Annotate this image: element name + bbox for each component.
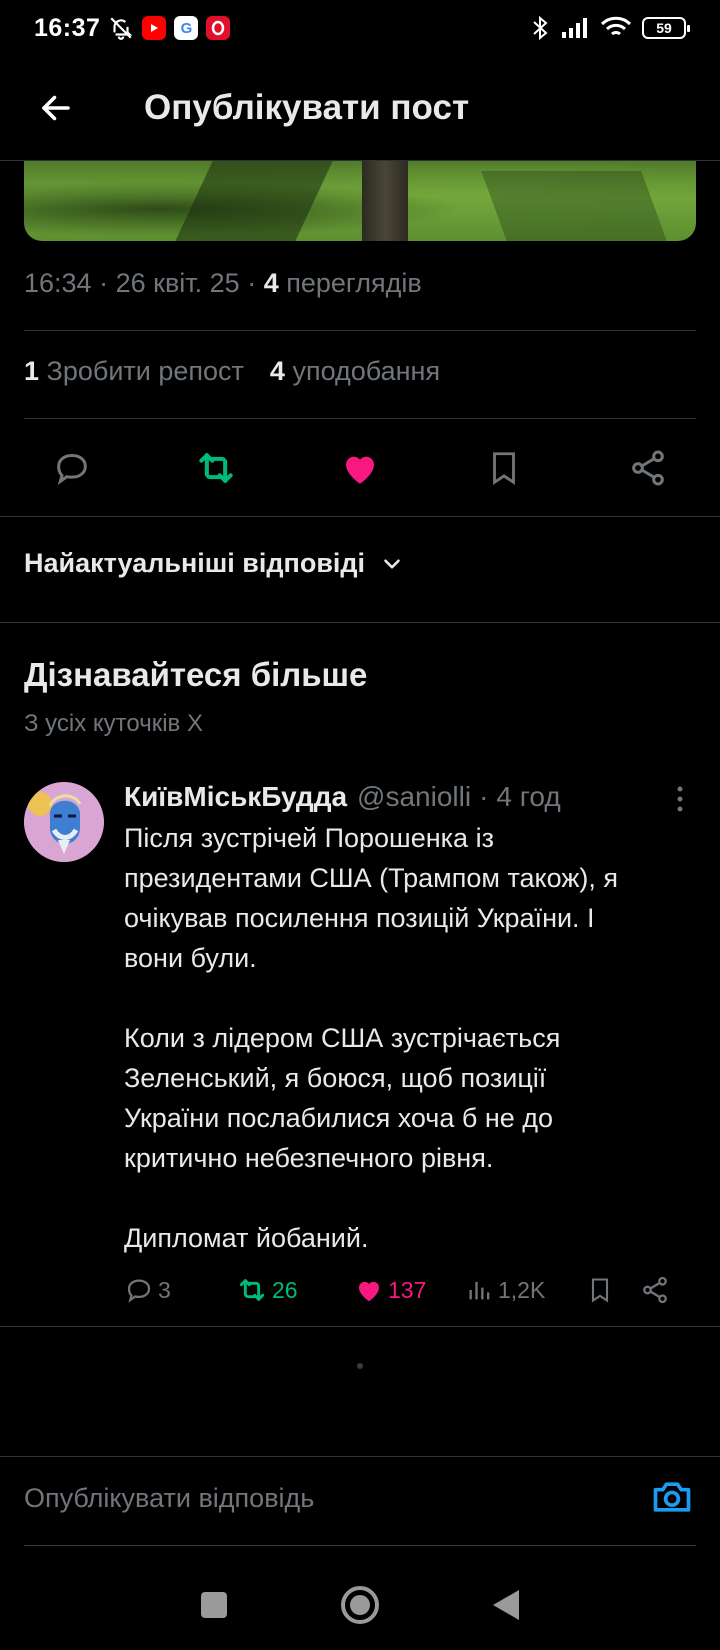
bookmark-icon	[591, 1278, 609, 1303]
status-bar: 16:37 G 59	[0, 0, 720, 56]
bluetooth-icon	[533, 15, 548, 41]
more-options-icon[interactable]	[674, 784, 686, 814]
back-nav-button[interactable]	[491, 1588, 521, 1622]
tweet-share-button[interactable]	[640, 1275, 670, 1305]
wifi-icon	[600, 16, 632, 36]
heart-icon	[359, 1281, 379, 1302]
reply-button[interactable]	[48, 444, 96, 492]
chevron-down-icon	[384, 558, 400, 569]
likes-stat[interactable]: 4 уподобання	[270, 356, 440, 387]
reply-count: 3	[158, 1276, 171, 1303]
post-actions	[24, 430, 696, 506]
likes-label: уподобання	[292, 356, 441, 386]
views-count: 4	[263, 268, 279, 298]
avatar-portrait	[24, 782, 104, 862]
avatar[interactable]	[24, 782, 104, 862]
reply-input[interactable]	[24, 1483, 624, 1514]
tweet-repost-button[interactable]: 26	[236, 1274, 354, 1306]
meta-separator: ·	[479, 781, 489, 812]
analytics-icon	[469, 1281, 490, 1300]
tweet-reply-button[interactable]: 3	[124, 1275, 236, 1305]
tweet-time: 4 год	[496, 781, 561, 812]
tweet-header: КиївМіськБудда @saniolli · 4 год	[124, 778, 684, 816]
bookmark-icon	[493, 452, 515, 485]
sort-label: Найактуальніші відповіді	[24, 548, 366, 578]
home-button[interactable]	[339, 1584, 381, 1626]
square-icon	[201, 1592, 227, 1618]
google-icon: G	[174, 16, 199, 40]
repost-icon	[239, 1279, 265, 1301]
divider	[0, 622, 720, 623]
post-meta: 16:34 · 26 квіт. 25 · 4 переглядів	[24, 268, 422, 299]
image-shadow	[175, 161, 333, 241]
share-button[interactable]	[624, 444, 672, 492]
opera-icon	[206, 16, 231, 40]
divider	[0, 516, 720, 517]
reply-composer	[0, 1456, 720, 1548]
recents-button[interactable]	[199, 1590, 229, 1620]
youtube-icon	[142, 16, 167, 40]
bell-off-icon	[110, 17, 133, 40]
meta-separator: ·	[247, 268, 264, 298]
battery-level: 59	[656, 20, 672, 36]
likes-count: 4	[269, 356, 285, 386]
replies-sort-dropdown[interactable]: Найактуальніші відповіді	[24, 548, 405, 579]
tweet[interactable]: КиївМіськБудда @saniolli · 4 год Після з…	[124, 778, 684, 1258]
divider	[24, 330, 696, 331]
system-navigation-bar	[0, 1560, 720, 1650]
circle-icon	[341, 1586, 379, 1624]
image-shadow	[481, 171, 667, 241]
like-button[interactable]	[336, 444, 384, 492]
post-time: 16:34	[24, 268, 92, 298]
arrow-left-icon	[42, 95, 70, 121]
heart-icon	[346, 456, 374, 484]
share-icon	[643, 1276, 667, 1304]
meta-separator: ·	[99, 268, 116, 298]
repost-icon	[199, 453, 233, 483]
post-date: 26 квіт. 25	[115, 268, 240, 298]
reposts-stat[interactable]: 1 Зробити репост	[24, 356, 244, 387]
back-button[interactable]	[26, 78, 86, 138]
like-count: 137	[388, 1276, 427, 1303]
tweet-views-button[interactable]: 1,2K	[466, 1276, 586, 1304]
camera-icon[interactable]	[650, 1475, 694, 1519]
loading-indicator	[357, 1363, 363, 1369]
comment-icon	[57, 453, 87, 485]
page-title: Опублікувати пост	[144, 88, 470, 127]
tweet-actions: 3 26 137 1,2K	[124, 1270, 690, 1310]
status-time: 16:37	[34, 13, 101, 42]
author-handle[interactable]: @saniolli	[357, 781, 471, 813]
triangle-back-icon	[493, 1590, 519, 1620]
input-underline	[24, 1545, 696, 1546]
post-image[interactable]	[24, 161, 696, 241]
section-subtitle: З усіх куточків X	[24, 710, 203, 737]
tweet-text: Після зустрічей Порошенка із президентам…	[124, 823, 619, 1253]
divider	[24, 418, 696, 419]
reposts-count: 1	[24, 356, 40, 386]
signal-icon	[562, 18, 587, 38]
comment-icon	[127, 1279, 151, 1303]
repost-button[interactable]	[192, 444, 240, 492]
tweet-bookmark-button[interactable]	[586, 1275, 640, 1305]
views-label: переглядів	[286, 268, 422, 298]
tree-trunk	[362, 161, 408, 241]
tweet-like-button[interactable]: 137	[354, 1275, 466, 1305]
section-title: Дізнавайтеся більше	[24, 656, 368, 693]
author-name[interactable]: КиївМіськБудда	[124, 781, 347, 813]
repost-count: 26	[272, 1276, 298, 1303]
divider	[0, 1326, 720, 1327]
reposts-label: Зробити репост	[46, 356, 244, 386]
share-icon	[632, 450, 664, 486]
views-count: 1,2K	[498, 1276, 546, 1303]
battery-indicator: 59	[642, 17, 690, 39]
post-stats: 1 Зробити репост 4 уподобання	[24, 356, 440, 387]
top-app-bar: Опублікувати пост	[0, 56, 720, 161]
bookmark-button[interactable]	[480, 444, 528, 492]
